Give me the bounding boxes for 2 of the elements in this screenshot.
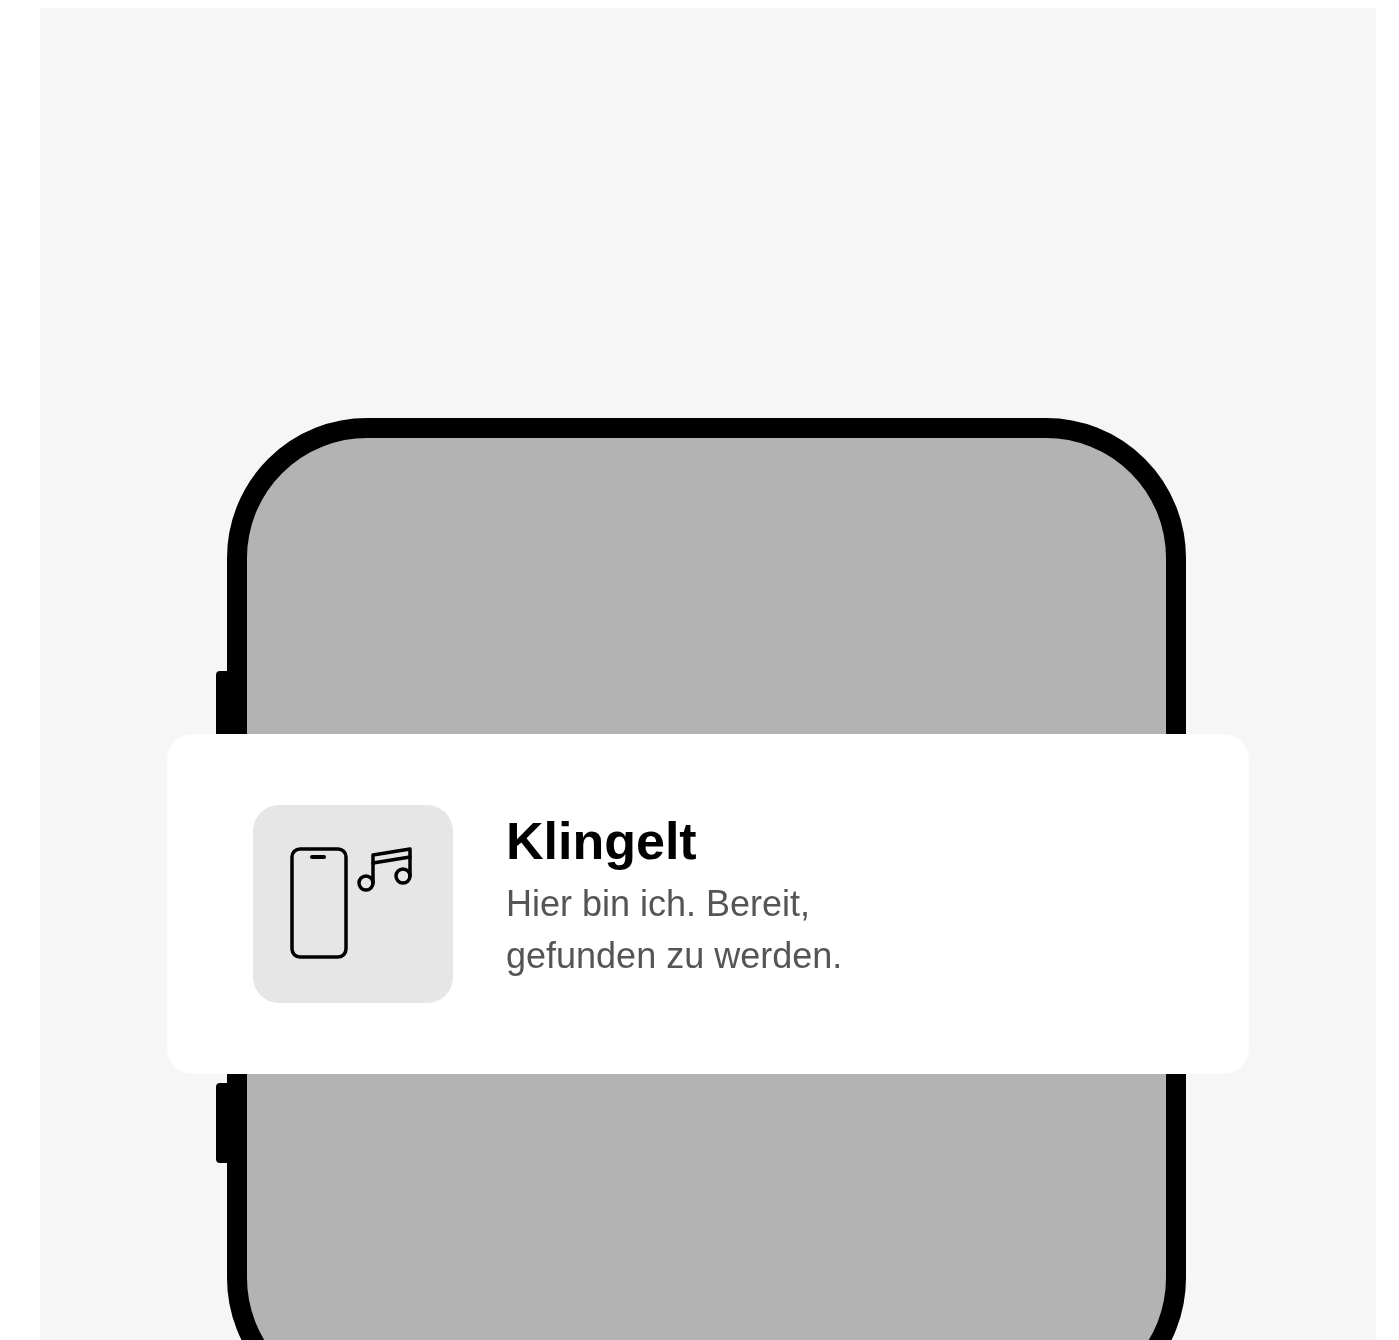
- notification-title: Klingelt: [506, 811, 698, 872]
- notification-message: Hier bin ich. Bereit, gefunden zu werden.: [506, 881, 843, 978]
